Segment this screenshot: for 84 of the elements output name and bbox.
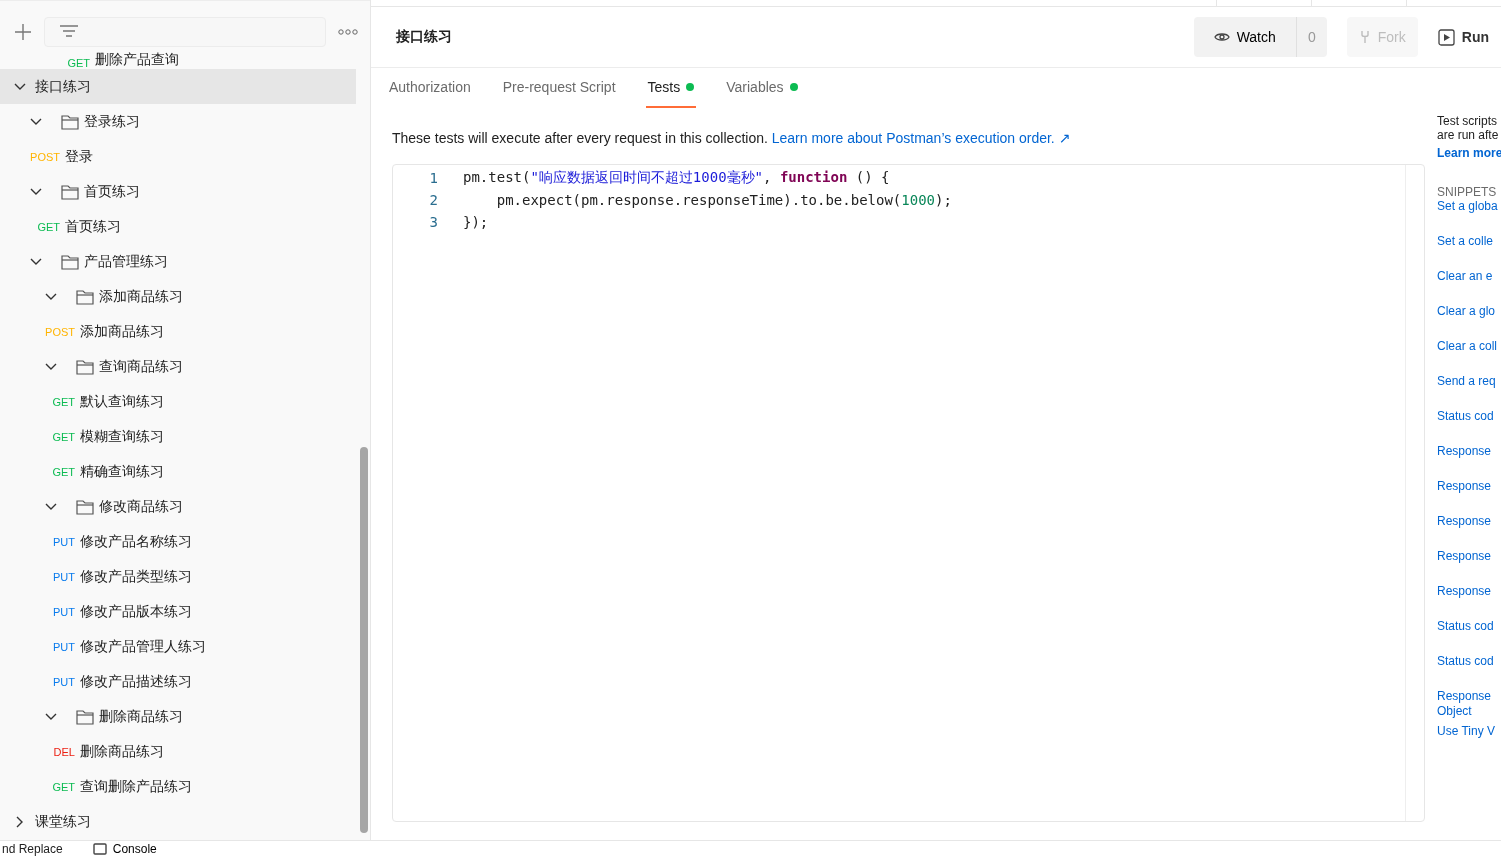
tree-item[interactable]: 添加商品练习 [0, 279, 356, 314]
tab[interactable]: Authorization [387, 68, 473, 108]
tree-item[interactable]: PUT 修改产品类型练习 [0, 559, 356, 594]
snippet-link[interactable]: Clear a coll [1437, 339, 1499, 374]
tree-item[interactable]: 修改商品练习 [0, 489, 356, 524]
snippet-link[interactable]: Response [1437, 444, 1499, 479]
tree-item[interactable]: PUT 修改产品版本练习 [0, 594, 356, 629]
folder-icon [61, 113, 79, 130]
chevron-down-icon[interactable] [30, 187, 42, 196]
folder-icon [76, 708, 94, 725]
tree-item[interactable]: DEL 删除商品练习 [0, 734, 356, 769]
tree-item[interactable]: 接口练习 [0, 69, 356, 104]
folder-icon [61, 183, 79, 200]
tree-item[interactable]: GET 精确查询练习 [0, 454, 356, 489]
tree-item[interactable]: 首页练习 [0, 174, 356, 209]
code-line: }); [463, 214, 489, 230]
line-number: 3 [428, 214, 439, 230]
filter-field[interactable] [44, 17, 326, 47]
add-icon[interactable] [14, 23, 32, 41]
code-editor[interactable]: 1 pm.test("响应数据返回时间不超过1000毫秒", function () { 2 pm.expect(pm.response.responseTime).to.be.below(1000); 3 }); [392, 164, 1425, 822]
console-button[interactable]: Console [92, 842, 157, 856]
tree-item[interactable]: PUT 修改产品管理人练习 [0, 629, 356, 664]
code-line: pm.test("响应数据返回时间不超过1000毫秒", function () { [463, 169, 890, 187]
play-icon [1437, 28, 1455, 46]
chevron-down-icon[interactable] [45, 292, 57, 301]
run-button[interactable]: Run [1437, 28, 1489, 46]
snippet-link[interactable]: Clear a glo [1437, 304, 1499, 339]
snippet-link[interactable]: Response Object [1437, 689, 1499, 724]
snippet-link[interactable]: Status cod [1437, 409, 1499, 444]
watch-button[interactable]: Watch [1193, 17, 1297, 57]
chevron-down-icon[interactable] [30, 117, 42, 126]
snippet-link[interactable]: Response [1437, 549, 1499, 584]
code-line: pm.expect(pm.response.responseTime).to.be.below(1000); [495, 192, 952, 208]
filter-icon [59, 24, 79, 40]
snippet-link[interactable]: Status cod [1437, 654, 1499, 689]
line-number: 2 [428, 192, 439, 208]
tree-item[interactable]: POST 登录 [0, 139, 356, 174]
fork-icon [1358, 30, 1371, 44]
console-icon [92, 843, 107, 855]
chevron-down-icon[interactable] [45, 712, 57, 721]
snippet-link[interactable]: Response [1437, 514, 1499, 549]
folder-icon [76, 498, 94, 515]
watch-count: 0 [1306, 28, 1317, 47]
snippet-link[interactable]: Response [1437, 584, 1499, 619]
tree-item[interactable]: PUT 修改产品名称练习 [0, 524, 356, 559]
chevron-down-icon[interactable] [30, 257, 42, 266]
status-item[interactable]: nd Replace [2, 842, 63, 856]
tree-item[interactable]: GET 默认查询练习 [0, 384, 356, 419]
chevron-down-icon[interactable] [45, 362, 57, 371]
snippet-link[interactable]: Use Tiny V [1437, 724, 1499, 759]
snippet-link[interactable]: Set a globa [1437, 199, 1499, 234]
tab[interactable]: Tests [645, 68, 697, 108]
tree-item[interactable]: 登录练习 [0, 104, 356, 139]
tree-item[interactable]: POST 添加商品练习 [0, 314, 356, 349]
tree-item[interactable]: 查询商品练习 [0, 349, 356, 384]
collection-title: 接口练习 [396, 28, 452, 46]
tree-item[interactable]: 课堂练习 [0, 804, 356, 839]
tree-item[interactable]: 产品管理练习 [0, 244, 356, 279]
tab[interactable]: Variables [724, 68, 800, 108]
info-text: These tests will execute after every request in this collection. Learn more about Postman’s execution order. ↗ [392, 130, 1072, 146]
tree-item[interactable]: GET 模糊查询练习 [0, 419, 356, 454]
tree-item[interactable]: GET 删除产品查询 [0, 47, 356, 69]
snippet-link[interactable]: Send a req [1437, 374, 1499, 409]
line-number: 1 [428, 170, 439, 186]
more-icon[interactable] [338, 28, 358, 36]
panel-description: Test scripts are run afte [1437, 114, 1500, 142]
chevron-down-icon[interactable] [45, 502, 57, 511]
snippet-link[interactable]: Clear an e [1437, 269, 1499, 304]
chevron-down-icon[interactable] [14, 82, 26, 91]
tree-item[interactable]: GET 首页练习 [0, 209, 356, 244]
folder-icon [76, 288, 94, 305]
learn-more-link[interactable]: Learn more about Postman’s execution order. ↗ [771, 130, 1071, 146]
folder-icon [61, 253, 79, 270]
scrollbar[interactable] [360, 447, 368, 833]
snippet-link[interactable]: Response [1437, 479, 1499, 514]
tree-item[interactable]: GET 查询删除产品练习 [0, 769, 356, 804]
snippet-link[interactable]: Status cod [1437, 619, 1499, 654]
eye-icon [1213, 31, 1230, 43]
snippet-link[interactable]: Set a colle [1437, 234, 1499, 269]
folder-icon [76, 358, 94, 375]
tree-item[interactable]: PUT 修改产品描述练习 [0, 664, 356, 699]
tab[interactable]: Pre-request Script [500, 68, 618, 108]
snippets-heading: SNIPPETS [1437, 185, 1498, 199]
tree-item[interactable]: 删除商品练习 [0, 699, 356, 734]
